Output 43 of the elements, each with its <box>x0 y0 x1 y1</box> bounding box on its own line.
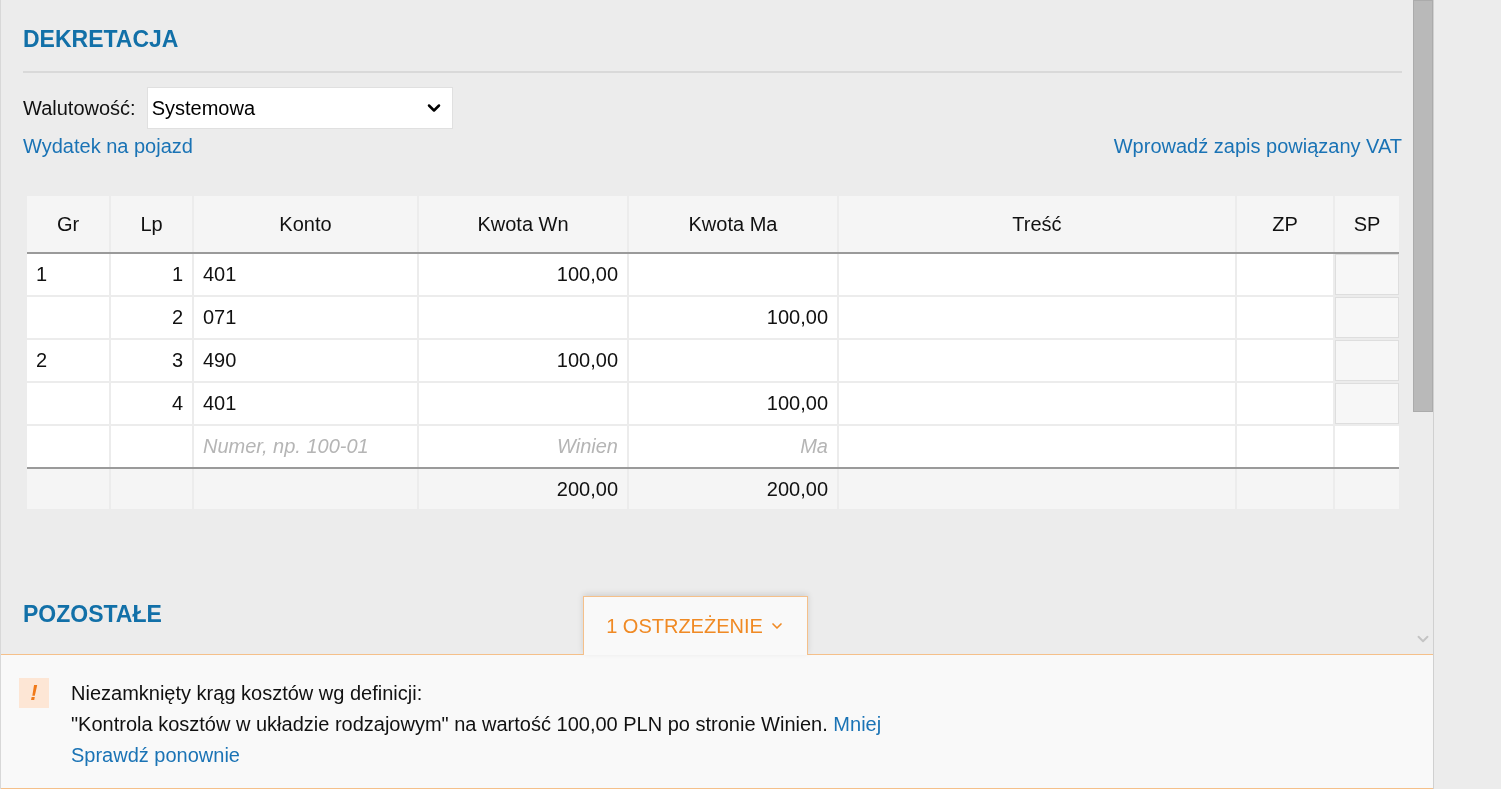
input-field[interactable]: Ma <box>629 426 837 467</box>
column-header: Gr <box>27 196 109 252</box>
input-field[interactable]: Winien <box>419 426 627 467</box>
warning-message: Niezamknięty krąg kosztów wg definicji: "Kontrola kosztów w układzie rodzajowym" na wartość 100,00 PLN po stronie Winien. Mniej <box>71 681 882 737</box>
sp-cell <box>1335 254 1399 295</box>
warning-icon: ! <box>19 678 49 708</box>
total-cell: 200,00 <box>419 469 627 509</box>
number-cell: 1 <box>111 254 192 295</box>
column-header: Treść <box>839 196 1235 252</box>
input-field[interactable]: Numer, np. 100-01 <box>194 426 417 467</box>
currency-dropdown[interactable]: Systemowa <box>146 87 453 129</box>
sp-cell <box>1335 297 1399 338</box>
total-cell: 200,00 <box>629 469 837 509</box>
recheck-link[interactable]: Sprawdź ponownie <box>71 744 240 766</box>
account-cell: 401 <box>194 254 417 295</box>
account-cell: 071 <box>194 297 417 338</box>
column-header: Kwota Wn <box>419 196 627 252</box>
group-cell: 2 <box>27 340 109 381</box>
column-header: Lp <box>111 196 192 252</box>
section-title: DEKRETACJA <box>23 25 180 54</box>
group-cell: 1 <box>27 254 109 295</box>
vat-entry-link[interactable]: Wprowadź zapis powiązany VAT <box>1113 135 1402 158</box>
sp-cell <box>1335 426 1399 467</box>
sp-cell <box>1335 383 1399 424</box>
currency-label: Walutowość: <box>23 96 136 120</box>
number-cell: 3 <box>111 340 192 381</box>
column-header: Konto <box>194 196 417 252</box>
number-cell: 4 <box>111 383 192 424</box>
column-header: SP <box>1335 196 1399 252</box>
debit-cell: 100,00 <box>419 254 627 295</box>
sp-cell <box>1335 340 1399 381</box>
account-cell: 401 <box>194 383 417 424</box>
less-link[interactable]: Mniej <box>833 713 882 735</box>
column-header: Kwota Ma <box>629 196 837 252</box>
section-title: POZOSTAŁE <box>23 600 162 629</box>
vehicle-expense-link[interactable]: Wydatek na pojazd <box>23 135 193 158</box>
total-cell <box>1335 469 1399 509</box>
number-cell: 2 <box>111 297 192 338</box>
credit-cell: 100,00 <box>629 297 837 338</box>
column-header: ZP <box>1237 196 1333 252</box>
account-cell: 490 <box>194 340 417 381</box>
debit-cell: 100,00 <box>419 340 627 381</box>
credit-cell: 100,00 <box>629 383 837 424</box>
